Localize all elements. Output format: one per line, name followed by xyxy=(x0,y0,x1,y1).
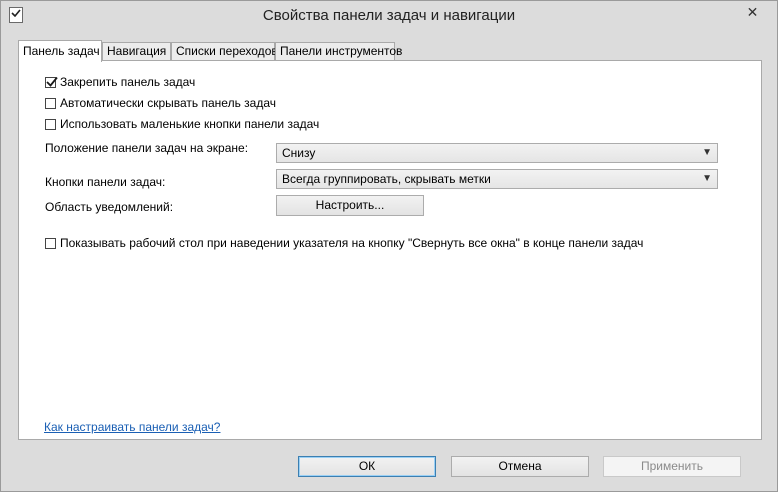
peek-desktop-checkbox[interactable]: Показывать рабочий стол при наведении ук… xyxy=(45,235,643,251)
checkbox-label: Показывать рабочий стол при наведении ук… xyxy=(60,236,644,250)
close-icon: ✕ xyxy=(746,3,759,20)
taskbar-buttons-select[interactable]: Всегда группировать, скрывать метки ▼ xyxy=(276,169,718,189)
customize-button[interactable]: Настроить... xyxy=(276,195,424,216)
tab-label: Панель задач xyxy=(23,44,100,58)
help-link[interactable]: Как настраивать панели задач? xyxy=(44,420,220,434)
taskbar-tab-panel: Закрепить панель задач Автоматически скр… xyxy=(18,60,762,440)
tab-label: Списки переходов xyxy=(176,44,278,58)
small-buttons-checkbox[interactable]: Использовать маленькие кнопки панели зад… xyxy=(45,116,319,132)
tab-toolbars[interactable]: Панели инструментов xyxy=(275,42,402,60)
chevron-down-icon: ▼ xyxy=(702,147,712,158)
title-bar[interactable]: Свойства панели задач и навигации ✕ xyxy=(1,1,777,33)
checkmark-icon xyxy=(46,76,58,87)
lock-taskbar-checkbox[interactable]: Закрепить панель задач xyxy=(45,74,195,90)
checkbox-label: Использовать маленькие кнопки панели зад… xyxy=(60,117,320,131)
ok-button[interactable]: ОК xyxy=(298,456,436,477)
autohide-taskbar-checkbox[interactable]: Автоматически скрывать панель задач xyxy=(45,95,276,111)
close-button[interactable]: ✕ xyxy=(736,2,769,22)
taskbar-position-select[interactable]: Снизу ▼ xyxy=(276,143,718,163)
cancel-button[interactable]: Отмена xyxy=(451,456,589,477)
taskbar-position-label: Положение панели задач на экране: xyxy=(45,141,249,155)
checkbox-box[interactable] xyxy=(45,97,56,109)
tab-taskbar[interactable]: Панель задач xyxy=(18,40,102,62)
window-title: Свойства панели задач и навигации xyxy=(262,7,516,24)
apply-button[interactable]: Применить xyxy=(603,456,741,477)
checkbox-label: Закрепить панель задач xyxy=(60,75,196,89)
select-value: Всегда группировать, скрывать метки xyxy=(282,172,491,186)
select-value: Снизу xyxy=(282,146,316,160)
checkbox-box[interactable] xyxy=(45,118,56,130)
checkbox-box[interactable] xyxy=(45,237,56,249)
taskbar-properties-dialog: Свойства панели задач и навигации ✕ Пане… xyxy=(0,0,778,492)
taskbar-buttons-label: Кнопки панели задач: xyxy=(45,175,166,189)
tab-jump-lists[interactable]: Списки переходов xyxy=(171,42,278,60)
tab-label: Навигация xyxy=(107,44,167,58)
tab-label: Панели инструментов xyxy=(280,44,403,58)
checkbox-box[interactable] xyxy=(45,76,58,88)
notification-area-label: Область уведомлений: xyxy=(45,200,174,214)
checkbox-label: Автоматически скрывать панель задач xyxy=(60,96,277,110)
chevron-down-icon: ▼ xyxy=(702,173,712,184)
tab-navigation[interactable]: Навигация xyxy=(102,42,171,60)
